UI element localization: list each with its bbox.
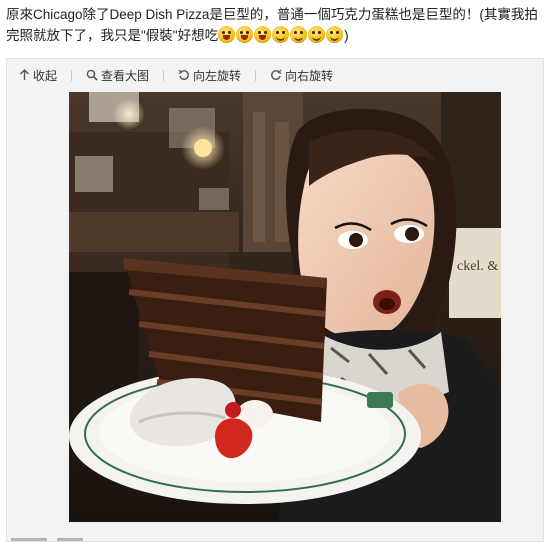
post-photo[interactable]: ckel. &: [69, 92, 501, 522]
rotate-left-button[interactable]: 向左旋转: [178, 67, 241, 84]
rotate-right-button[interactable]: 向右旋转: [270, 67, 333, 84]
cut-off-item: [57, 538, 83, 541]
toolbar-divider: [163, 69, 165, 81]
rotate-left-icon: [178, 69, 189, 80]
arrow-up-icon: [20, 69, 29, 80]
smile-emoji-icon: [290, 26, 308, 43]
open-mouth-emoji-icon: [254, 26, 272, 43]
emoji-row: [218, 26, 344, 43]
rotate-left-label: 向左旋转: [193, 68, 242, 83]
rotate-right-icon: [271, 69, 282, 80]
rotate-right-label: 向右旋转: [285, 68, 334, 83]
open-mouth-emoji-icon: [218, 26, 236, 43]
view-large-label: 查看大图: [101, 68, 150, 83]
toolbar-divider: [255, 69, 257, 81]
collapse-label: 收起: [33, 68, 58, 83]
smile-emoji-icon: [272, 26, 290, 43]
smile-emoji-icon: [326, 26, 344, 43]
toolbar-divider: [71, 69, 73, 81]
media-toolbar: 收起 查看大图 向左旋转 向右旋转: [19, 66, 333, 84]
collapse-button[interactable]: 收起: [19, 67, 57, 84]
svg-text:ckel. &: ckel. &: [457, 259, 498, 274]
media-panel: 收起 查看大图 向左旋转 向右旋转 ckel. &: [6, 58, 544, 542]
magnifier-icon: [86, 69, 98, 81]
cut-off-item: [11, 538, 47, 541]
smile-emoji-icon: [308, 26, 326, 43]
photo-illustration: ckel. &: [69, 92, 501, 522]
post-text: 原來Chicago除了Deep Dish Pizza是巨型的，普通一個巧克力蛋糕…: [6, 4, 544, 46]
post-closing: ): [344, 28, 349, 43]
partial-bottom-row: [11, 535, 131, 541]
open-mouth-emoji-icon: [236, 26, 254, 43]
view-large-button[interactable]: 查看大图: [86, 67, 149, 84]
